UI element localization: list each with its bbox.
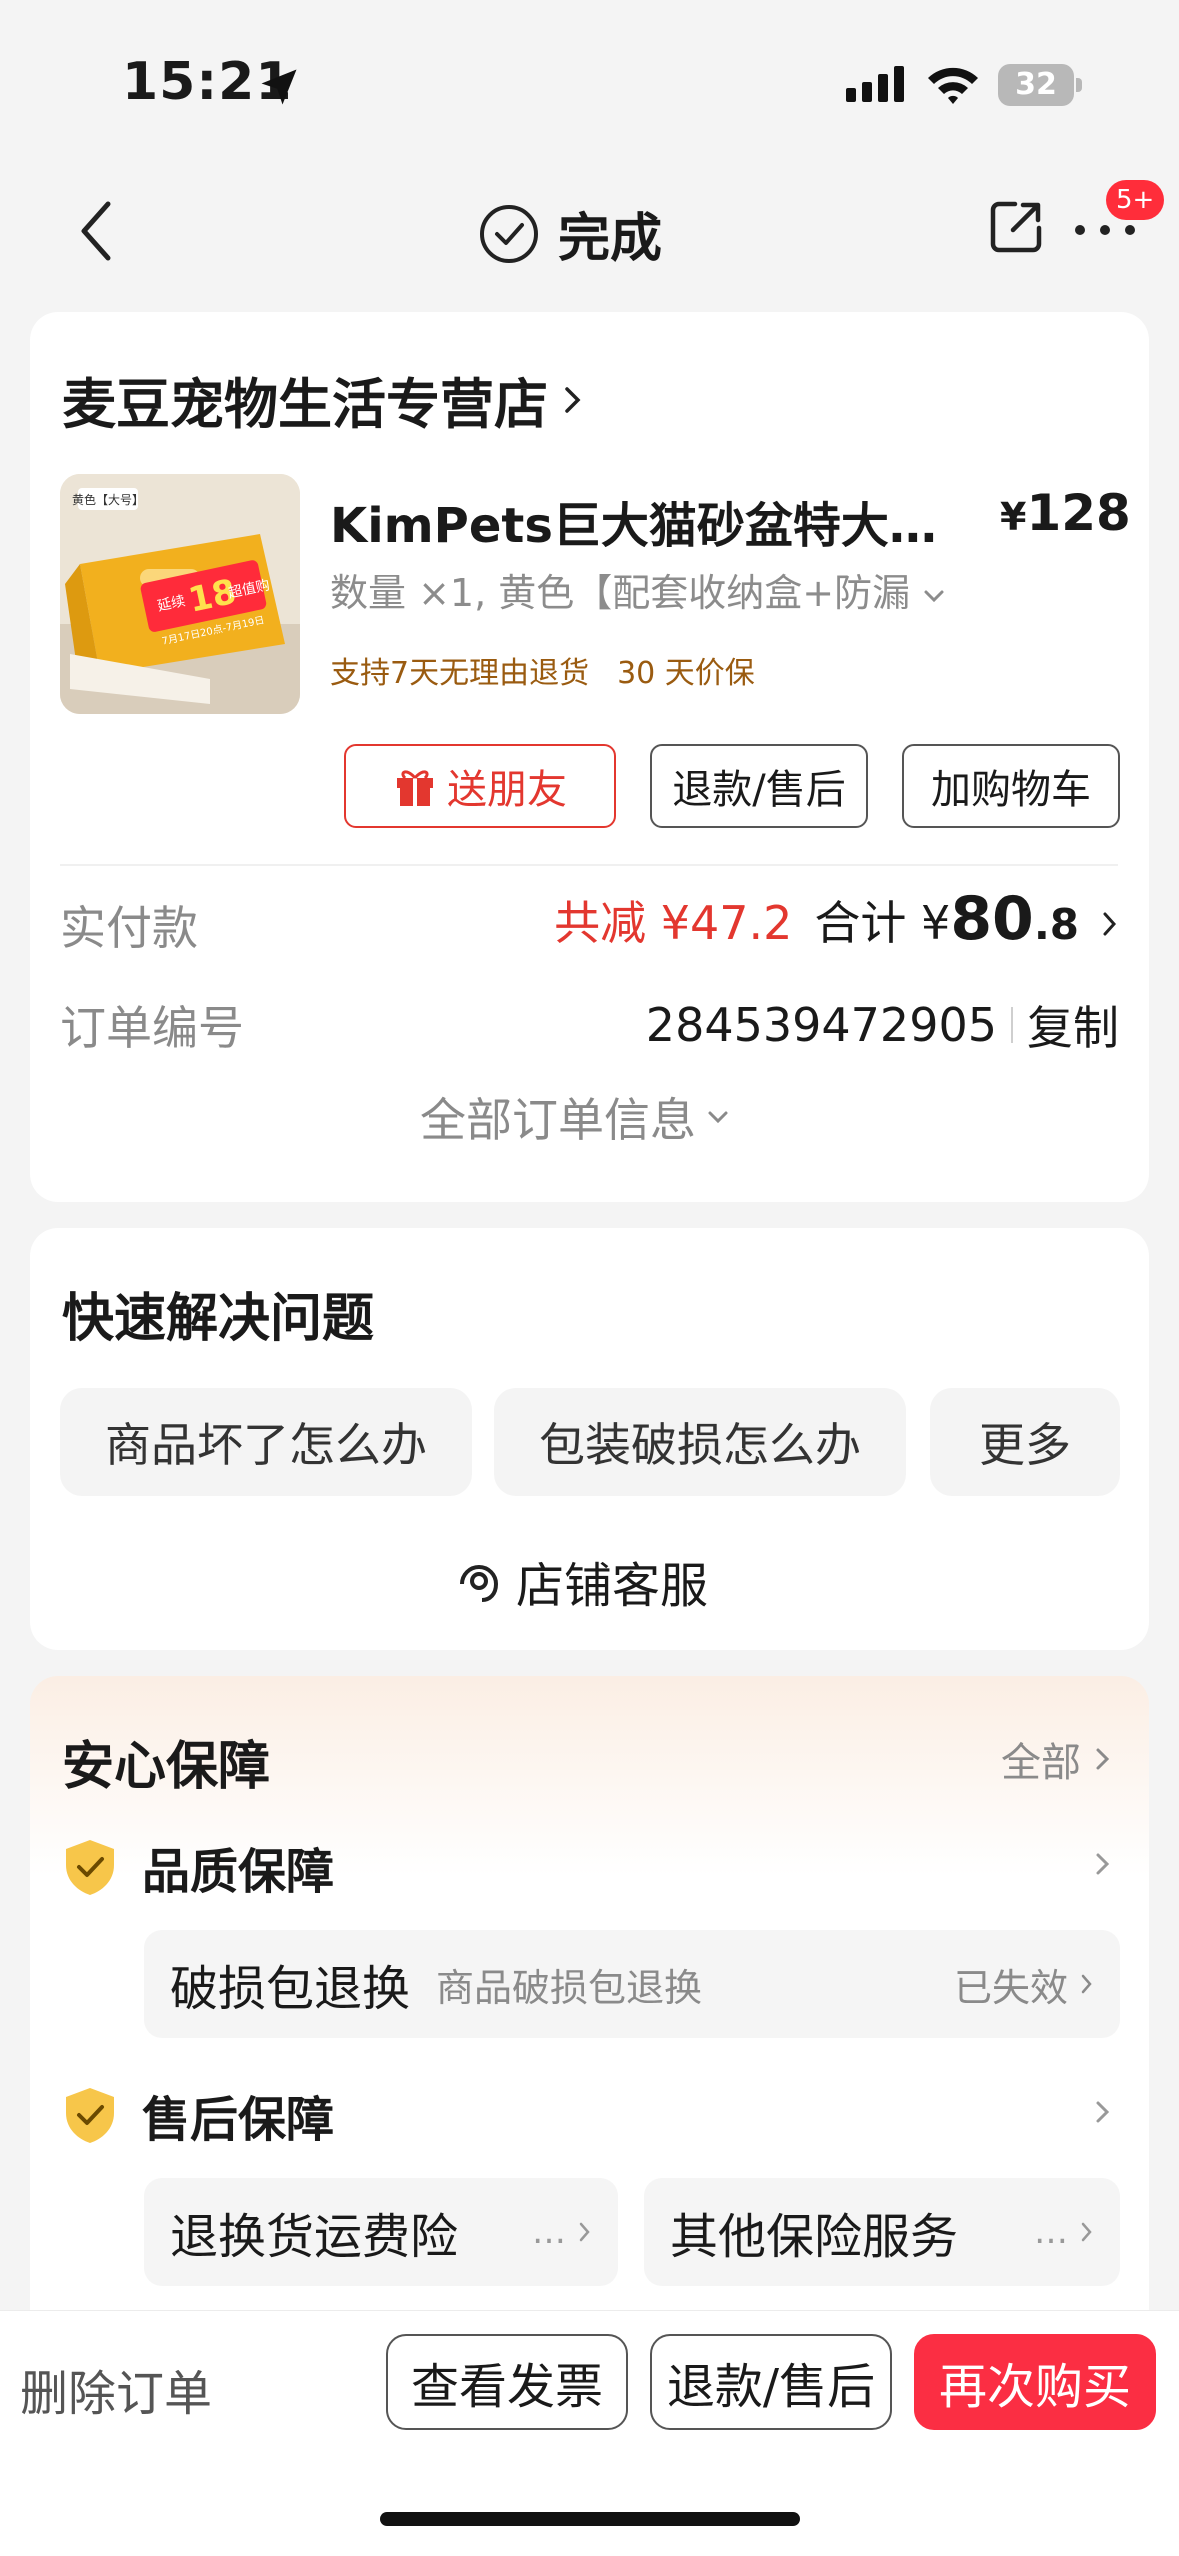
total-int: 80 [950,884,1034,954]
shield-check-icon [66,1840,114,1895]
spec-text: 数量 ×1, 黄色【配套收纳盒+防漏 [330,571,911,615]
paid-label: 实付款 [60,901,198,955]
damage-return-desc: 商品破损包退换 [436,1965,703,2010]
chevron-right-icon [565,386,581,413]
discount-total: 共减 ¥47.2 [554,896,793,950]
shop-name-link[interactable]: 麦豆宠物生活专营店 [62,360,584,439]
share-icon[interactable] [985,196,1047,258]
price-value: 128 [1026,484,1131,542]
total-symbol: ¥ [921,896,951,950]
check-circle-icon [480,204,538,263]
aftersale-guarantee-row[interactable]: 售后保障 [62,2080,334,2150]
other-insurance-item[interactable]: 其他保险服务 … [644,2178,1120,2286]
product-image: 黄色【大号】 延续 18 超值购 7月17日20点-7月19日 [60,474,300,714]
gift-icon [397,770,433,806]
price-symbol: ¥ [1000,495,1027,539]
chevron-down-icon [708,1111,728,1124]
quality-guarantee-label: 品质保障 [142,1844,335,1900]
chevron-right-icon [1081,1974,1092,1994]
return-shipping-insurance-name: 退换货运费险 [170,2209,459,2265]
payment-summary[interactable]: 共减 ¥47.2 合计 ¥80.8 [554,884,1119,954]
promise-tags: 支持7天无理由退货 30 天价保 [330,648,755,692]
send-gift-label: 送朋友 [447,767,567,813]
shield-check-icon [66,2088,114,2143]
battery-nub [1076,78,1082,92]
item-more: … [532,2212,592,2252]
chevron-right-icon [1103,912,1117,936]
chevron-right-icon[interactable] [1095,1850,1111,1878]
shop-name: 麦豆宠物生活专营店 [62,373,548,436]
quick-solve-title: 快速解决问题 [62,1289,375,1349]
headset-icon [460,1565,498,1602]
page-title: 完成 [478,196,662,271]
guarantee-all-link[interactable]: 全部 [1001,1730,1111,1788]
damage-return-item[interactable]: 破损包退换 商品破损包退换 已失效 [144,1930,1120,2038]
thumb-tag: 黄色【大号】 [72,493,144,507]
order-total: 合计 ¥80.8 [814,884,1079,954]
return-shipping-insurance-item[interactable]: 退换货运费险 … [144,2178,618,2286]
delete-order-button[interactable]: 删除订单 [20,2354,212,2424]
home-indicator[interactable] [380,2512,800,2526]
issue-damaged-goods[interactable]: 商品坏了怎么办 [60,1388,472,1496]
total-decimal: .8 [1033,900,1079,949]
chevron-right-icon[interactable] [1095,2098,1111,2126]
order-number-row: 284539472905 复制 [646,992,1119,1058]
order-number-label: 订单编号 [60,1001,244,1055]
view-invoice-button[interactable]: 查看发票 [386,2334,628,2430]
notification-badge: 5+ [1106,180,1165,220]
battery-indicator: 32 [998,64,1074,106]
chevron-right-icon [1081,2222,1092,2242]
issue-more[interactable]: 更多 [930,1388,1120,1496]
product-price: ¥128 [1000,484,1131,542]
copy-button[interactable]: 复制 [1027,992,1119,1058]
buy-again-button[interactable]: 再次购买 [914,2334,1156,2430]
other-insurance-name: 其他保险服务 [670,2209,959,2265]
damage-return-name: 破损包退换 [170,1961,411,2017]
chevron-right-icon [1096,1748,1110,1770]
product-spec[interactable]: 数量 ×1, 黄色【配套收纳盒+防漏 [330,562,960,617]
location-arrow-icon [261,69,297,105]
add-to-cart-button[interactable]: 加购物车 [902,744,1120,828]
all-order-info-toggle[interactable]: 全部订单信息 [420,1084,730,1150]
guarantee-title: 安心保障 [62,1737,271,1797]
wifi-icon [928,67,978,104]
promise-return: 支持7天无理由退货 [330,656,590,691]
chevron-down-icon [924,590,944,603]
damage-return-status: 已失效 [954,1957,1094,2012]
refund-aftersale-button[interactable]: 退款/售后 [650,744,868,828]
quality-guarantee-row[interactable]: 品质保障 [62,1832,334,1902]
page-title-text: 完成 [558,209,663,269]
issue-damaged-package[interactable]: 包装破损怎么办 [494,1388,906,1496]
chevron-right-icon [579,2222,590,2242]
order-number: 284539472905 [645,998,997,1052]
cellular-signal-icon [846,66,904,102]
guarantee-all-label: 全部 [1001,1740,1081,1786]
send-gift-button[interactable]: 送朋友 [344,744,616,828]
store-service-label: 店铺客服 [516,1558,709,1614]
aftersale-guarantee-label: 售后保障 [142,2092,335,2148]
promise-price-protect: 30 天价保 [617,656,755,691]
product-thumbnail[interactable]: 黄色【大号】 延续 18 超值购 7月17日20点-7月19日 [60,474,300,714]
separator [1011,1007,1013,1043]
product-title[interactable]: KimPets巨大猫砂盆特大… [330,486,950,556]
total-label: 合计 [814,896,907,950]
back-chevron-icon[interactable] [72,196,122,266]
divider [60,864,1118,866]
item-more: … [1034,2212,1094,2252]
refund-aftersale-bottom-button[interactable]: 退款/售后 [650,2334,892,2430]
all-order-info-label: 全部订单信息 [420,1093,696,1147]
store-service-button[interactable]: 店铺客服 [452,1546,708,1616]
